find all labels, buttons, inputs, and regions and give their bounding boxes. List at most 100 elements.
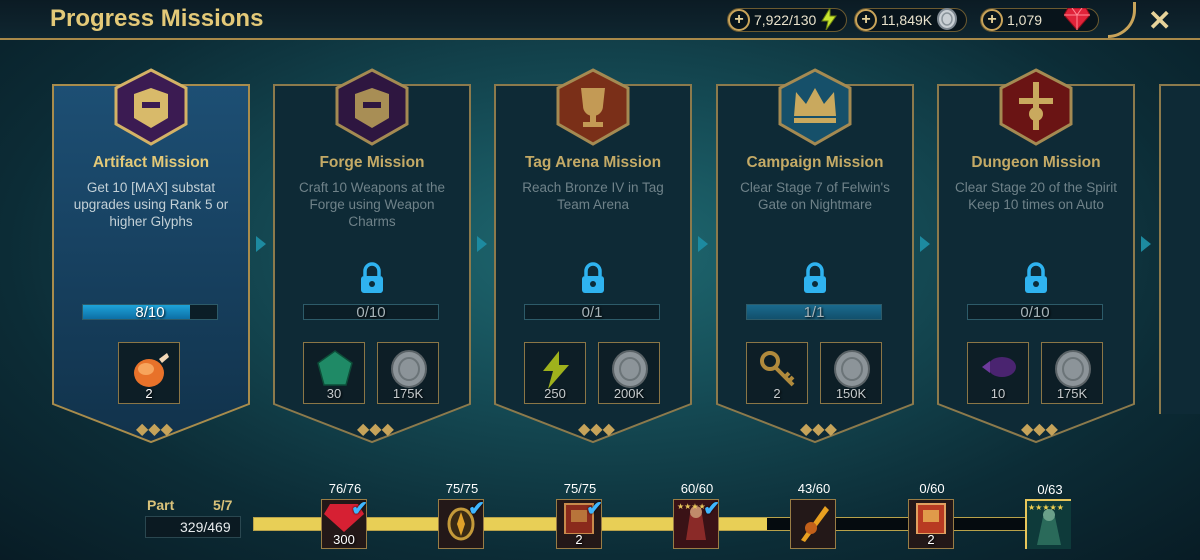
checkmark-icon: ✔: [351, 498, 368, 520]
trophy-emblem: [556, 68, 630, 146]
milestone-reward[interactable]: 0/60 2: [908, 481, 954, 549]
mission-progress-bar: 8/10: [82, 304, 218, 321]
reward-slot[interactable]: 2: [746, 342, 808, 404]
reward-slot[interactable]: 175K: [1041, 342, 1103, 404]
mission-card-tag-arena[interactable]: Tag Arena Mission Reach Bronze IV in Tag…: [494, 68, 692, 444]
card-ornament: ◆◆◆: [357, 421, 394, 438]
silver-coin-icon: [391, 350, 427, 388]
mission-progress-bar: 0/10: [303, 304, 439, 321]
mission-progress-text: 1/1: [803, 304, 825, 321]
mission-title: Dungeon Mission: [971, 154, 1101, 171]
mission-title: Campaign Mission: [746, 154, 884, 171]
milestone-reward-value: 300: [333, 532, 355, 547]
gold-weapon-icon: [801, 506, 829, 542]
chicken-icon: [134, 353, 169, 387]
reward-slot[interactable]: 200K: [598, 342, 660, 404]
mission-card-artifact[interactable]: Artifact Mission Get 10 [MAX] substat up…: [52, 68, 250, 444]
reward-value: 10: [990, 386, 1006, 401]
next-arrow-icon: [698, 236, 708, 252]
checkmark-icon: ✔: [468, 498, 485, 520]
reward-slot[interactable]: 250: [524, 342, 586, 404]
milestone-reward-value: 2: [927, 532, 935, 547]
milestone-reward[interactable]: 0/63 ★★★★★: [1025, 482, 1071, 549]
mission-description: Get 10 [MAX] substat upgrades using Rank…: [73, 180, 229, 229]
lock-icon: [582, 262, 604, 293]
gem-shard-icon: [317, 350, 353, 386]
lock-icon: [361, 262, 383, 293]
silver-coin-icon: [1055, 350, 1091, 388]
crown-emblem: [778, 68, 852, 146]
card-ornament: ◆◆◆: [578, 421, 615, 438]
add-silver-button[interactable]: +: [855, 9, 877, 31]
reward-value: 175K: [1056, 386, 1088, 401]
part-value: 5/7: [213, 497, 233, 513]
reward-value: 150K: [835, 386, 867, 401]
mission-progress-bar: 1/1: [746, 304, 882, 321]
mission-progress-text: 0/10: [356, 304, 386, 321]
checkmark-icon: ✔: [586, 498, 603, 520]
reward-value: 2: [773, 386, 781, 401]
milestone-reward[interactable]: 76/76 300 ✔: [321, 481, 368, 549]
mission-description: Reach Bronze IV in Tag Team Arena: [522, 180, 664, 212]
milestone-count: 75/75: [563, 481, 597, 496]
mission-card-dungeon[interactable]: Dungeon Mission Clear Stage 20 of the Sp…: [937, 68, 1135, 444]
reward-slot[interactable]: 10: [967, 342, 1029, 404]
milestone-count: 60/60: [680, 481, 714, 496]
part-label: Part: [147, 497, 175, 513]
gems-counter[interactable]: + 1,079: [980, 7, 1100, 33]
svg-text:★★★★★: ★★★★★: [1028, 503, 1064, 512]
silver-value: 11,849K: [881, 12, 933, 28]
silver-counter[interactable]: + 11,849K: [854, 7, 968, 33]
card-ornament: ◆◆◆: [1021, 421, 1058, 438]
milestone-count: 75/75: [445, 481, 479, 496]
mission-card-forge[interactable]: Forge Mission Craft 10 Weapons at the Fo…: [273, 68, 471, 444]
milestone-count: 0/60: [919, 481, 945, 496]
mission-card-next-partial[interactable]: [1159, 84, 1200, 414]
milestone-reward[interactable]: 43/60: [790, 481, 836, 549]
milestone-reward[interactable]: 75/75 ✔: [438, 481, 485, 549]
dungeon-emblem: [999, 68, 1073, 146]
menu-ornament: [1108, 2, 1136, 38]
top-bar: Progress Missions + 7,922/130 + 11,849K …: [0, 0, 1200, 40]
close-icon[interactable]: ✕: [1148, 4, 1171, 37]
silver-coin-icon: [936, 7, 958, 33]
energy-value: 7,922/130: [754, 12, 817, 28]
lightning-icon: [543, 351, 569, 389]
mission-title: Artifact Mission: [92, 154, 210, 171]
mission-progress-text: 8/10: [135, 304, 165, 321]
reward-slot[interactable]: 2: [118, 342, 180, 404]
potion-icon: [982, 357, 1016, 377]
lock-icon: [804, 262, 826, 293]
reward-value: 2: [145, 386, 153, 401]
milestone-reward[interactable]: 75/75 2 ✔: [556, 481, 603, 549]
mission-card-campaign[interactable]: Campaign Mission Clear Stage 7 of Felwin…: [716, 68, 914, 444]
add-gems-button[interactable]: +: [981, 9, 1003, 31]
svg-text:★★★★: ★★★★: [677, 502, 706, 511]
milestone-count: 76/76: [328, 481, 362, 496]
mission-title: Tag Arena Mission: [524, 154, 662, 171]
ruby-icon: [1063, 7, 1091, 33]
reward-slot[interactable]: 150K: [820, 342, 882, 404]
reward-value: 250: [544, 386, 566, 401]
milestone-count: 0/63: [1037, 482, 1063, 497]
next-arrow-icon: [1141, 236, 1151, 252]
silver-coin-icon: [612, 350, 648, 388]
shield-helmet-emblem: [335, 68, 409, 146]
mission-progress-bar: 0/1: [524, 304, 660, 321]
card-ornament: ◆◆◆: [136, 421, 173, 438]
reward-slot[interactable]: 175K: [377, 342, 439, 404]
mission-description: Clear Stage 20 of the Spirit Keep 10 tim…: [954, 180, 1118, 212]
legendary-champion-icon: ★★★★★: [1027, 501, 1071, 549]
part-points: 329/469: [180, 519, 231, 535]
gems-value: 1,079: [1007, 12, 1043, 28]
add-energy-button[interactable]: +: [728, 9, 750, 31]
key-icon: [760, 351, 795, 387]
lock-icon: [1025, 262, 1047, 293]
energy-counter[interactable]: + 7,922/130: [727, 5, 848, 32]
mission-progress-bar: 0/10: [967, 304, 1103, 321]
next-arrow-icon: [477, 236, 487, 252]
milestone-reward[interactable]: 60/60 ★★★★ ✔: [673, 481, 720, 549]
reward-slot[interactable]: 30: [303, 342, 365, 404]
milestone-reward-value: 2: [575, 532, 583, 547]
checkmark-icon: ✔: [703, 498, 720, 520]
